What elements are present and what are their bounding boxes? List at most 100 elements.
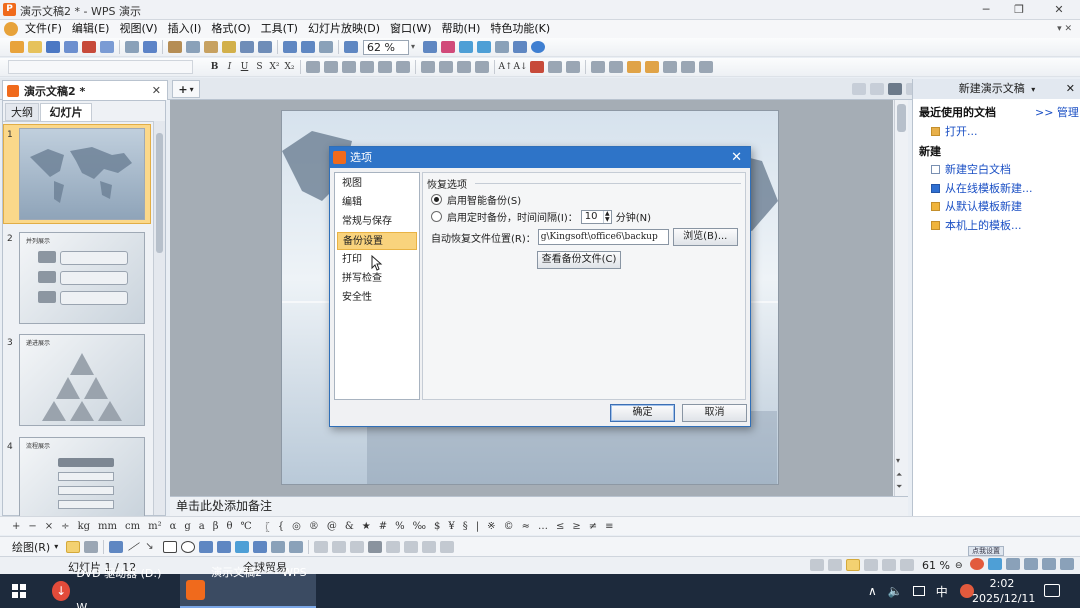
radio-checked-icon[interactable] <box>431 194 442 205</box>
symbol-button[interactable]: # <box>375 521 391 532</box>
backup-icon[interactable] <box>477 41 491 53</box>
settings-icon[interactable] <box>513 41 527 53</box>
menu-file[interactable]: 文件(F) <box>20 20 67 38</box>
paste-icon[interactable] <box>204 41 218 53</box>
ok-button[interactable]: 确定 <box>610 404 675 422</box>
cut-icon[interactable] <box>168 41 182 53</box>
slide-thumb-1[interactable] <box>19 128 145 220</box>
insert-table-icon[interactable] <box>283 41 297 53</box>
spellcheck-icon[interactable] <box>143 41 157 53</box>
minimize-button[interactable]: ─ <box>975 2 997 18</box>
rectangle-icon[interactable] <box>163 540 178 553</box>
tab-outline[interactable]: 大纲 <box>5 103 39 121</box>
rotate-icon[interactable] <box>84 540 99 553</box>
fill-color-icon[interactable] <box>314 540 329 553</box>
align-left-icon[interactable] <box>306 61 320 73</box>
dialog-close-icon[interactable]: ✕ <box>731 147 742 168</box>
undo-icon[interactable] <box>240 41 254 53</box>
clock[interactable]: 2:02 2025/12/11 <box>972 576 1035 606</box>
symbol-button[interactable]: ℃ <box>237 521 256 532</box>
3d-style-icon[interactable] <box>440 540 455 553</box>
slide-thumb-4[interactable]: 流程展示 <box>19 437 145 517</box>
category-spelling[interactable]: 拼写检查 <box>337 270 417 288</box>
cancel-button[interactable]: 取消 <box>682 404 747 422</box>
ime-indicator[interactable]: 中 <box>936 583 948 600</box>
draw-menu[interactable]: 绘图(R) <box>12 539 50 555</box>
symbol-button[interactable]: α <box>166 521 181 532</box>
symbol-button[interactable]: ※ <box>483 521 499 532</box>
menu-insert[interactable]: 插入(I) <box>163 20 207 38</box>
dialog-title-bar[interactable]: 选项 ✕ <box>330 147 750 168</box>
app-menu-icon[interactable] <box>4 22 18 36</box>
symbol-button[interactable]: % <box>391 521 409 532</box>
symbol-button[interactable]: ≠ <box>585 521 601 532</box>
smart-backup-option[interactable]: 启用智能备份(S) <box>431 192 521 207</box>
symbol-button[interactable]: kg <box>74 521 94 532</box>
decrease-font-button[interactable]: A↓ <box>513 62 528 72</box>
menu-help[interactable]: 帮助(H) <box>437 20 486 38</box>
save-icon[interactable] <box>46 41 60 53</box>
picture-icon[interactable] <box>289 540 304 553</box>
select-pointer-icon[interactable] <box>66 540 81 553</box>
find-icon[interactable] <box>423 41 437 53</box>
pane-toggle-icon[interactable] <box>870 83 884 95</box>
notes-area[interactable]: 单击此处添加备注 <box>170 496 908 516</box>
lang-icon[interactable] <box>988 558 1002 570</box>
textbox-icon[interactable] <box>199 540 214 553</box>
new-online-item[interactable]: 从在线模板新建... <box>931 180 1033 196</box>
menu-tools[interactable]: 工具(T) <box>256 20 303 38</box>
slide-layout-icon[interactable] <box>663 61 677 73</box>
slide-scrollbar[interactable]: ▾ ⏶ ⏷ <box>894 100 908 496</box>
zoom-select[interactable]: 62 % <box>363 39 409 55</box>
menu-edit[interactable]: 编辑(E) <box>67 20 115 38</box>
manage-link[interactable]: >> 管理 <box>1035 104 1079 120</box>
scrollbar-thumb[interactable] <box>156 133 163 253</box>
symbol-button[interactable]: 〖 <box>256 519 274 534</box>
task-pane-header[interactable]: 新建演示文稿 ▾ ✕ <box>913 79 1080 99</box>
symbol-button[interactable]: g <box>180 521 194 532</box>
menu-slideshow[interactable]: 幻灯片放映(D) <box>303 20 385 38</box>
thumbnails-scrollbar[interactable] <box>153 121 165 515</box>
new-icon[interactable] <box>10 41 24 53</box>
symbol-button[interactable]: ≤ <box>552 521 568 532</box>
align-center-icon[interactable] <box>324 61 338 73</box>
slide-design-icon[interactable] <box>645 61 659 73</box>
next-slide-icon[interactable]: ⏷ <box>896 482 902 492</box>
chevron-down-icon[interactable]: ▾ <box>54 542 58 551</box>
copy-icon[interactable] <box>186 41 200 53</box>
help-icon[interactable] <box>531 41 545 53</box>
font-color-icon[interactable] <box>350 540 365 553</box>
symbol-button[interactable]: β <box>209 521 223 532</box>
taskbar-app-wps[interactable]: 演示文稿2 * - WPS ... <box>180 566 316 608</box>
tools-icon[interactable] <box>1042 558 1056 570</box>
tab-slides[interactable]: 幻灯片 <box>40 103 92 121</box>
zoom-dropdown-icon[interactable]: ▾ <box>411 41 419 53</box>
insert-chart-icon[interactable] <box>301 41 315 53</box>
category-general-save[interactable]: 常规与保存 <box>337 213 417 231</box>
print-icon[interactable] <box>100 41 114 53</box>
menu-window-controls[interactable]: ▾ ✕ <box>1057 24 1072 34</box>
font-color-icon[interactable] <box>566 61 580 73</box>
symbol-button[interactable]: ≈ <box>518 521 534 532</box>
symbol-button[interactable]: © <box>500 521 518 532</box>
chevron-up-icon[interactable]: ∧ <box>868 584 877 598</box>
prev-slide-icon[interactable]: ⏶ <box>896 470 902 480</box>
category-view[interactable]: 视图 <box>337 175 417 193</box>
bold-button[interactable]: B <box>207 62 222 72</box>
slide-thumb-3[interactable]: 递进展示 <box>19 334 145 426</box>
pane-toggle-icon[interactable] <box>888 83 902 95</box>
open-link[interactable]: 打开... <box>945 123 978 139</box>
volume-icon[interactable]: 🔈 <box>888 584 903 598</box>
document-tab[interactable]: 演示文稿2 * ✕ <box>2 80 168 100</box>
italic-button[interactable]: I <box>222 62 237 72</box>
keyboard-icon[interactable] <box>1024 558 1038 570</box>
slideshow-view-icon[interactable] <box>882 559 896 571</box>
windows-start-icon[interactable] <box>12 584 26 598</box>
local-template-link[interactable]: 本机上的模板... <box>945 217 1022 233</box>
filter-icon[interactable] <box>828 559 842 571</box>
interval-spinner[interactable]: 10 ▲ ▼ <box>580 209 612 224</box>
grid-icon[interactable] <box>344 41 358 53</box>
symbol-button[interactable]: − <box>24 521 40 532</box>
symbol-button[interactable]: a <box>195 521 209 532</box>
notification-icon[interactable] <box>1044 584 1060 597</box>
